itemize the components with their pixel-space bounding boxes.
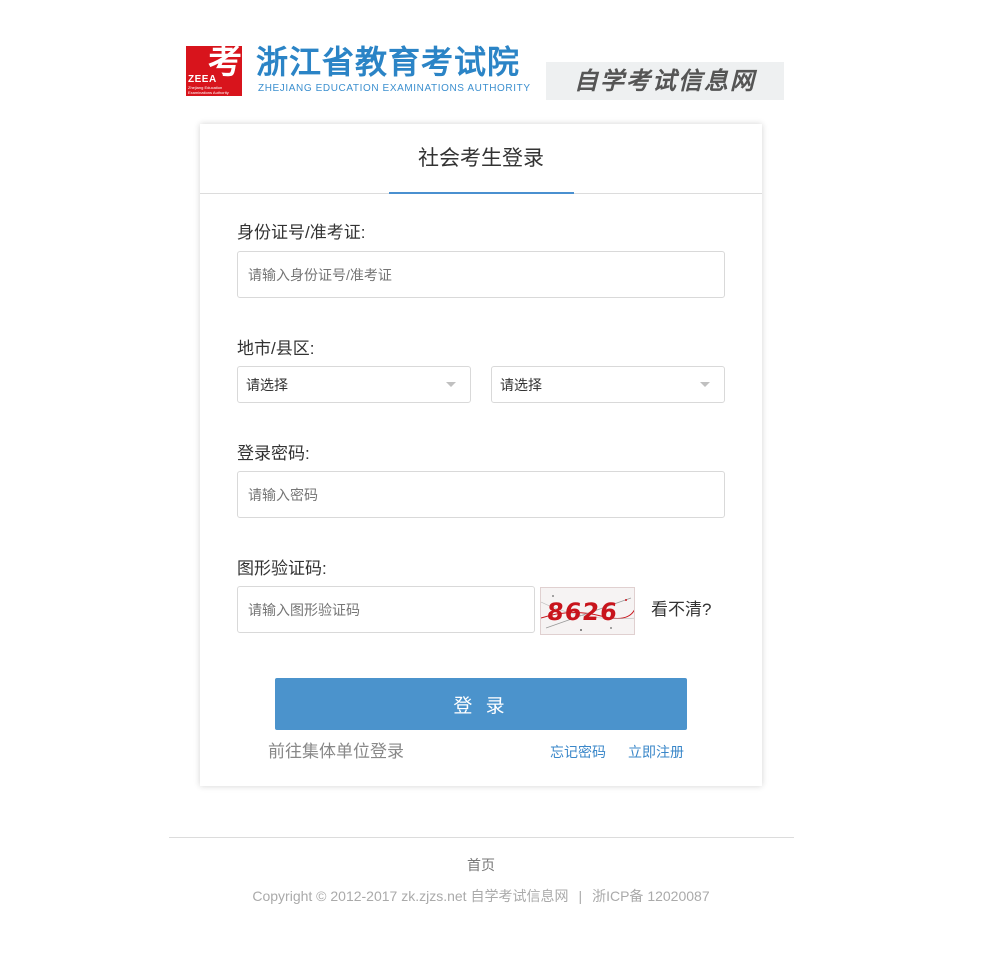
title-underline [389,192,574,194]
site-header: 考 ZEEA Zhejiang Education Examinations A… [186,42,784,100]
site-name: 自学考试信息网 [546,62,784,100]
footer-home-link[interactable]: 首页 [0,855,962,875]
login-button[interactable]: 登 录 [275,678,687,730]
register-link[interactable]: 立即注册 [628,742,684,762]
card-title-bar: 社会考生登录 [200,124,762,194]
footer-divider [169,837,794,838]
org-name: 浙江省教育考试院 [256,43,521,81]
id-label: 身份证号/准考证: [237,223,366,242]
group-login-link[interactable]: 前往集体单位登录 [268,740,404,764]
footer-copyright: Copyright © 2012-2017 zk.zjzs.net 自学考试信息… [0,886,962,906]
password-input[interactable] [237,471,725,518]
login-card: 社会考生登录 身份证号/准考证: 地市/县区: 请选择 请选择 登录密码: 图形… [200,124,762,786]
captcha-image[interactable]: 8626 [540,587,635,635]
footer-separator: | [578,888,583,904]
zeea-logo: 考 ZEEA Zhejiang Education Examinations A… [186,42,242,96]
refresh-captcha-link[interactable]: 看不清? [651,598,711,622]
chevron-down-icon [700,382,710,387]
captcha-text: 8626 [545,598,620,626]
copyright-text: Copyright © 2012-2017 zk.zjzs.net 自学考试信息… [252,888,569,904]
district-select-value: 请选择 [500,377,542,393]
logo-small-text: Zhejiang Education Examinations Authorit… [188,85,229,95]
logo-abbr: ZEEA [188,74,217,85]
org-name-en: ZHEJIANG EDUCATION EXAMINATIONS AUTHORIT… [258,83,531,94]
id-input[interactable] [237,251,725,298]
icp-text: 浙ICP备 12020087 [592,888,710,904]
password-label: 登录密码: [237,444,310,463]
district-select[interactable]: 请选择 [491,366,725,403]
login-title: 社会考生登录 [418,147,544,170]
captcha-input[interactable] [237,586,535,633]
chevron-down-icon [446,382,456,387]
city-select-value: 请选择 [246,377,288,393]
city-select[interactable]: 请选择 [237,366,471,403]
forgot-password-link[interactable]: 忘记密码 [550,742,606,762]
captcha-label: 图形验证码: [237,559,327,578]
region-label: 地市/县区: [237,339,315,358]
